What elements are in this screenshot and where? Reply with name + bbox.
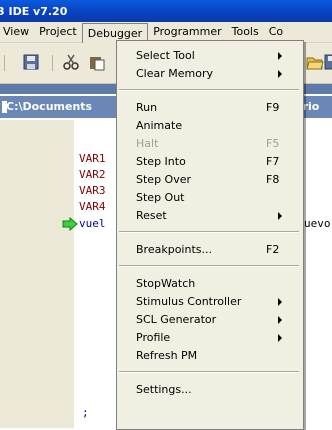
open-folder-icon[interactable] — [306, 53, 324, 71]
paste-icon[interactable] — [88, 53, 106, 71]
menu-item-step-out[interactable]: Step Out — [136, 189, 296, 207]
menu-item-shortcut: F2 — [266, 243, 280, 256]
menu-item-clear-memory[interactable]: Clear Memory — [136, 65, 296, 83]
code-line: VAR2 — [79, 168, 106, 181]
menu-item-shortcut: F5 — [266, 137, 280, 150]
code-line: VAR4 — [79, 200, 106, 213]
menu-item-shortcut: F8 — [266, 173, 280, 186]
menu-item-label: Reset — [136, 209, 167, 222]
menu-item-scl-generator[interactable]: SCL Generator — [136, 311, 296, 329]
code-fragment: uevo — [304, 217, 331, 230]
menu-separator — [119, 231, 299, 233]
submenu-arrow-icon — [278, 70, 282, 78]
menu-item-label: Halt — [136, 137, 159, 150]
title-bar: 3 IDE v7.20 — [0, 0, 332, 22]
menu-item-label: Animate — [136, 119, 183, 132]
submenu-arrow-icon — [278, 52, 282, 60]
menu-item-animate[interactable]: Animate — [136, 117, 296, 135]
menu-separator — [119, 371, 299, 373]
menu-item-refresh-pm[interactable]: Refresh PM — [136, 347, 296, 365]
menu-view[interactable]: View — [0, 23, 34, 41]
menu-item-reset[interactable]: Reset — [136, 207, 296, 225]
save-icon[interactable] — [22, 53, 40, 71]
menu-item-label: Select Tool — [136, 49, 195, 62]
submenu-arrow-icon — [278, 334, 282, 342]
save-as-icon[interactable] — [324, 53, 332, 71]
menu-item-shortcut: F7 — [266, 155, 280, 168]
menu-item-label: Breakpoints... — [136, 243, 212, 256]
code-line: VAR3 — [79, 184, 106, 197]
submenu-arrow-icon — [278, 298, 282, 306]
menu-separator — [119, 265, 299, 267]
menu-item-step-into[interactable]: Step Into F7 — [136, 153, 296, 171]
menu-item-run[interactable]: Run F9 — [136, 99, 296, 117]
menu-item-step-over[interactable]: Step Over F8 — [136, 171, 296, 189]
menu-item-settings[interactable]: Settings... — [136, 381, 296, 399]
cut-icon[interactable] — [62, 53, 80, 71]
toolbar-grip — [4, 55, 5, 71]
menu-item-label: Step Over — [136, 173, 191, 186]
toolbar-separator — [52, 55, 53, 71]
menu-item-label: Run — [136, 101, 158, 114]
menu-item-label: Stimulus Controller — [136, 295, 242, 308]
menu-item-shortcut: F9 — [266, 101, 280, 114]
menu-item-label: SCL Generator — [136, 313, 217, 326]
menu-item-label: Clear Memory — [136, 67, 213, 80]
menu-item-stimulus-controller[interactable]: Stimulus Controller — [136, 293, 296, 311]
menu-item-label: Step Out — [136, 191, 185, 204]
menu-project[interactable]: Project — [34, 23, 82, 41]
window-title: 3 IDE v7.20 — [0, 4, 68, 18]
submenu-arrow-icon — [278, 212, 282, 220]
menu-item-label: Settings... — [136, 383, 192, 396]
arrow-right-icon — [62, 217, 78, 231]
menu-item-profile[interactable]: Profile — [136, 329, 296, 347]
code-semicolon: ; — [82, 406, 89, 419]
document-path: C:\Documents — [6, 100, 93, 113]
menu-item-stopwatch[interactable]: StopWatch — [136, 275, 296, 293]
menu-item-breakpoints[interactable]: Breakpoints... F2 — [136, 241, 296, 259]
menu-programmer[interactable]: Programmer — [148, 23, 226, 41]
debugger-menu: Select Tool Clear Memory Run F9 Animate … — [116, 40, 304, 430]
menu-item-select-tool[interactable]: Select Tool — [136, 47, 296, 65]
menu-item-label: Refresh PM — [136, 349, 198, 362]
editor-gutter — [0, 120, 74, 428]
menu-item-label: Step Into — [136, 155, 186, 168]
code-line: VAR1 — [79, 152, 106, 165]
menu-configure[interactable]: Co — [264, 23, 288, 41]
menu-item-label: StopWatch — [136, 277, 196, 290]
submenu-arrow-icon — [278, 316, 282, 324]
menu-item-halt: Halt F5 — [136, 135, 296, 153]
menu-item-label: Profile — [136, 331, 171, 344]
code-line-current: vuel — [79, 217, 106, 230]
menu-separator — [119, 89, 299, 91]
menu-tools[interactable]: Tools — [227, 23, 264, 41]
